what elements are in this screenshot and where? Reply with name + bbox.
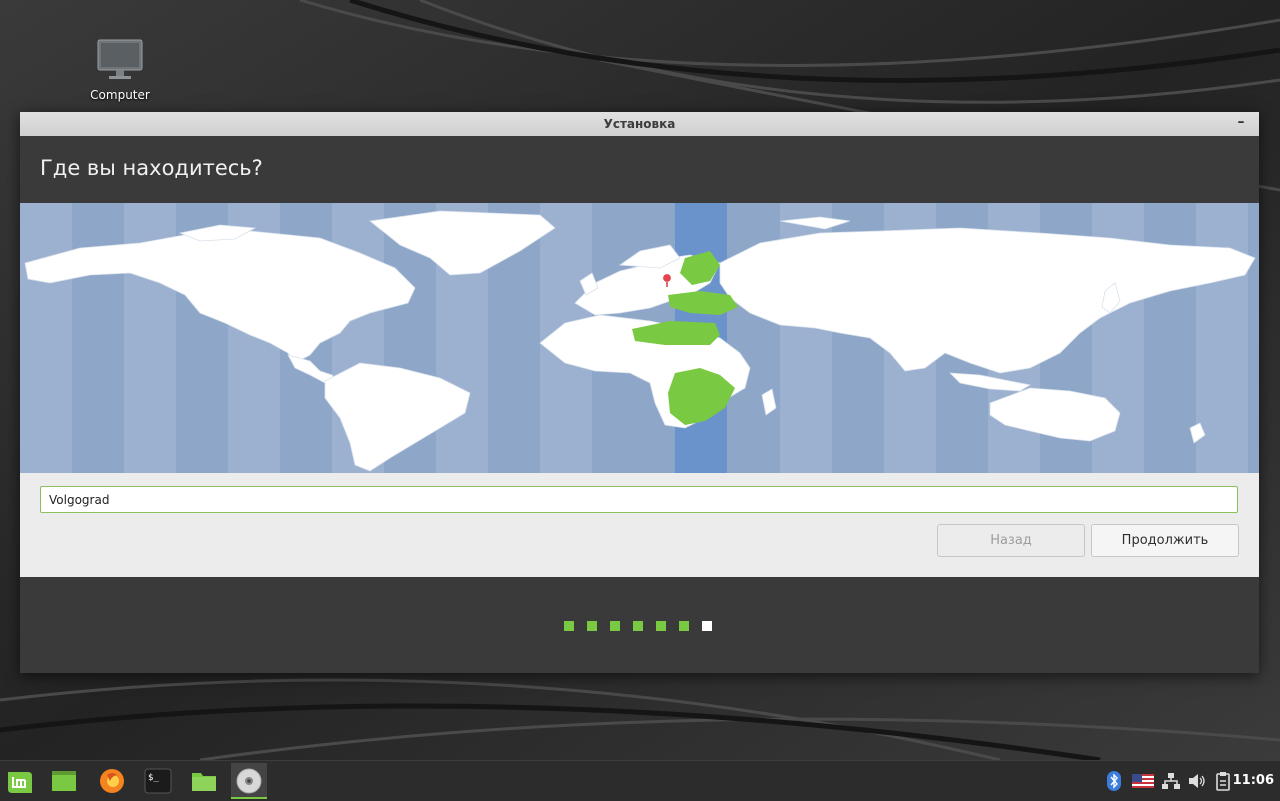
clipboard-icon[interactable] [1215, 771, 1231, 791]
svg-text:$_: $_ [148, 773, 159, 783]
window-titlebar[interactable]: Установка – [20, 112, 1259, 137]
continue-button[interactable]: Продолжить [1091, 524, 1239, 557]
page-title: Где вы находитесь? [40, 156, 263, 180]
back-button[interactable]: Назад [937, 524, 1085, 557]
mint-menu-icon [8, 772, 32, 793]
taskbar: $_ 11:06 [0, 760, 1280, 801]
installer-window: Установка – Где вы находитесь? Volgograd… [20, 112, 1259, 673]
header-band: Где вы находитесь? [20, 136, 1259, 203]
mint-menu-button[interactable] [2, 763, 38, 799]
progress-dot [564, 621, 574, 631]
progress-dot [679, 621, 689, 631]
footer-band [20, 577, 1259, 673]
network-icon[interactable] [1162, 771, 1180, 791]
minimize-button[interactable]: – [1231, 113, 1251, 133]
location-input[interactable] [40, 486, 1238, 513]
progress-dot [702, 621, 712, 631]
computer-icon-label: Computer [90, 88, 150, 102]
installer-disc-icon [236, 768, 262, 794]
monitor-icon [97, 39, 143, 79]
volume-icon[interactable] [1188, 771, 1206, 791]
files-icon [192, 773, 216, 791]
terminal-button[interactable]: $_ [140, 763, 176, 799]
firefox-button[interactable] [94, 763, 130, 799]
clock[interactable]: 11:06 [1233, 773, 1274, 788]
window-title: Установка [603, 117, 676, 131]
us-flag-keyboard-icon[interactable] [1132, 771, 1154, 791]
show-desktop-button[interactable] [46, 763, 82, 799]
progress-dot [610, 621, 620, 631]
terminal-icon: $_ [144, 768, 172, 794]
bluetooth-icon[interactable] [1106, 771, 1122, 791]
computer-desktop-icon[interactable]: Computer [84, 38, 156, 102]
show-desktop-icon [52, 771, 76, 791]
installer-button[interactable] [231, 763, 267, 799]
timezone-map[interactable] [20, 203, 1259, 473]
progress-dot [656, 621, 666, 631]
firefox-icon [100, 769, 124, 793]
files-button[interactable] [186, 763, 222, 799]
progress-dot [587, 621, 597, 631]
progress-dot [633, 621, 643, 631]
